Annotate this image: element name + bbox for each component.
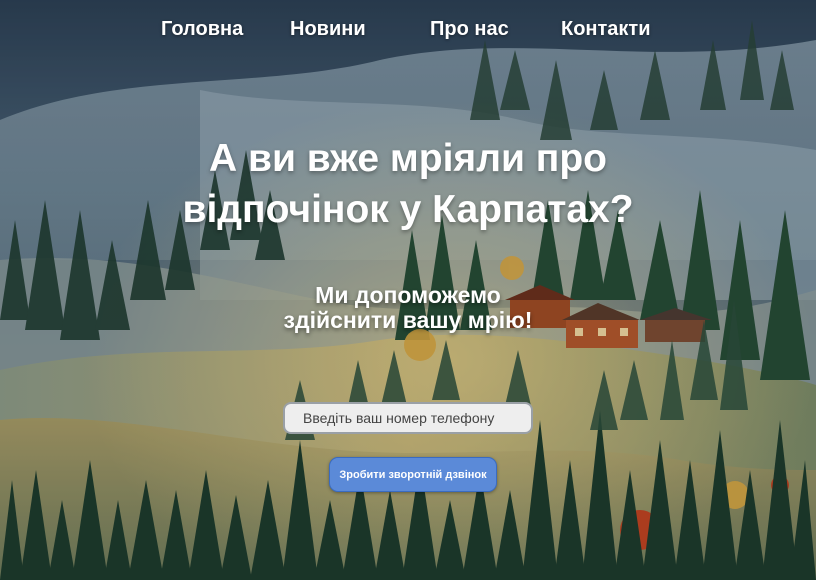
hero-title-line-1: А ви вже мріяли про bbox=[209, 137, 607, 180]
phone-number-input[interactable] bbox=[283, 402, 533, 434]
nav-link-about[interactable]: Про нас bbox=[430, 18, 509, 41]
hero-subtitle-line-1: Ми допоможемо bbox=[315, 282, 501, 308]
request-callback-button[interactable]: Зробити зворотній дзвінок bbox=[329, 457, 497, 492]
nav-link-news[interactable]: Новини bbox=[290, 18, 366, 41]
nav-link-contacts[interactable]: Контакти bbox=[561, 18, 651, 41]
main-navigation: Головна Новини Про нас Контакти bbox=[0, 18, 816, 48]
hero-title-line-2: відпочінок у Карпатах? bbox=[182, 188, 634, 231]
nav-link-home[interactable]: Головна bbox=[161, 18, 243, 41]
page: Головна Новини Про нас Контакти А ви вже… bbox=[0, 0, 816, 580]
hero-subtitle: Ми допоможемо здійснити вашу мрію! bbox=[0, 283, 816, 333]
hero-title: А ви вже мріяли про відпочінок у Карпата… bbox=[0, 133, 816, 235]
hero-subtitle-line-2: здійснити вашу мрію! bbox=[283, 307, 533, 333]
